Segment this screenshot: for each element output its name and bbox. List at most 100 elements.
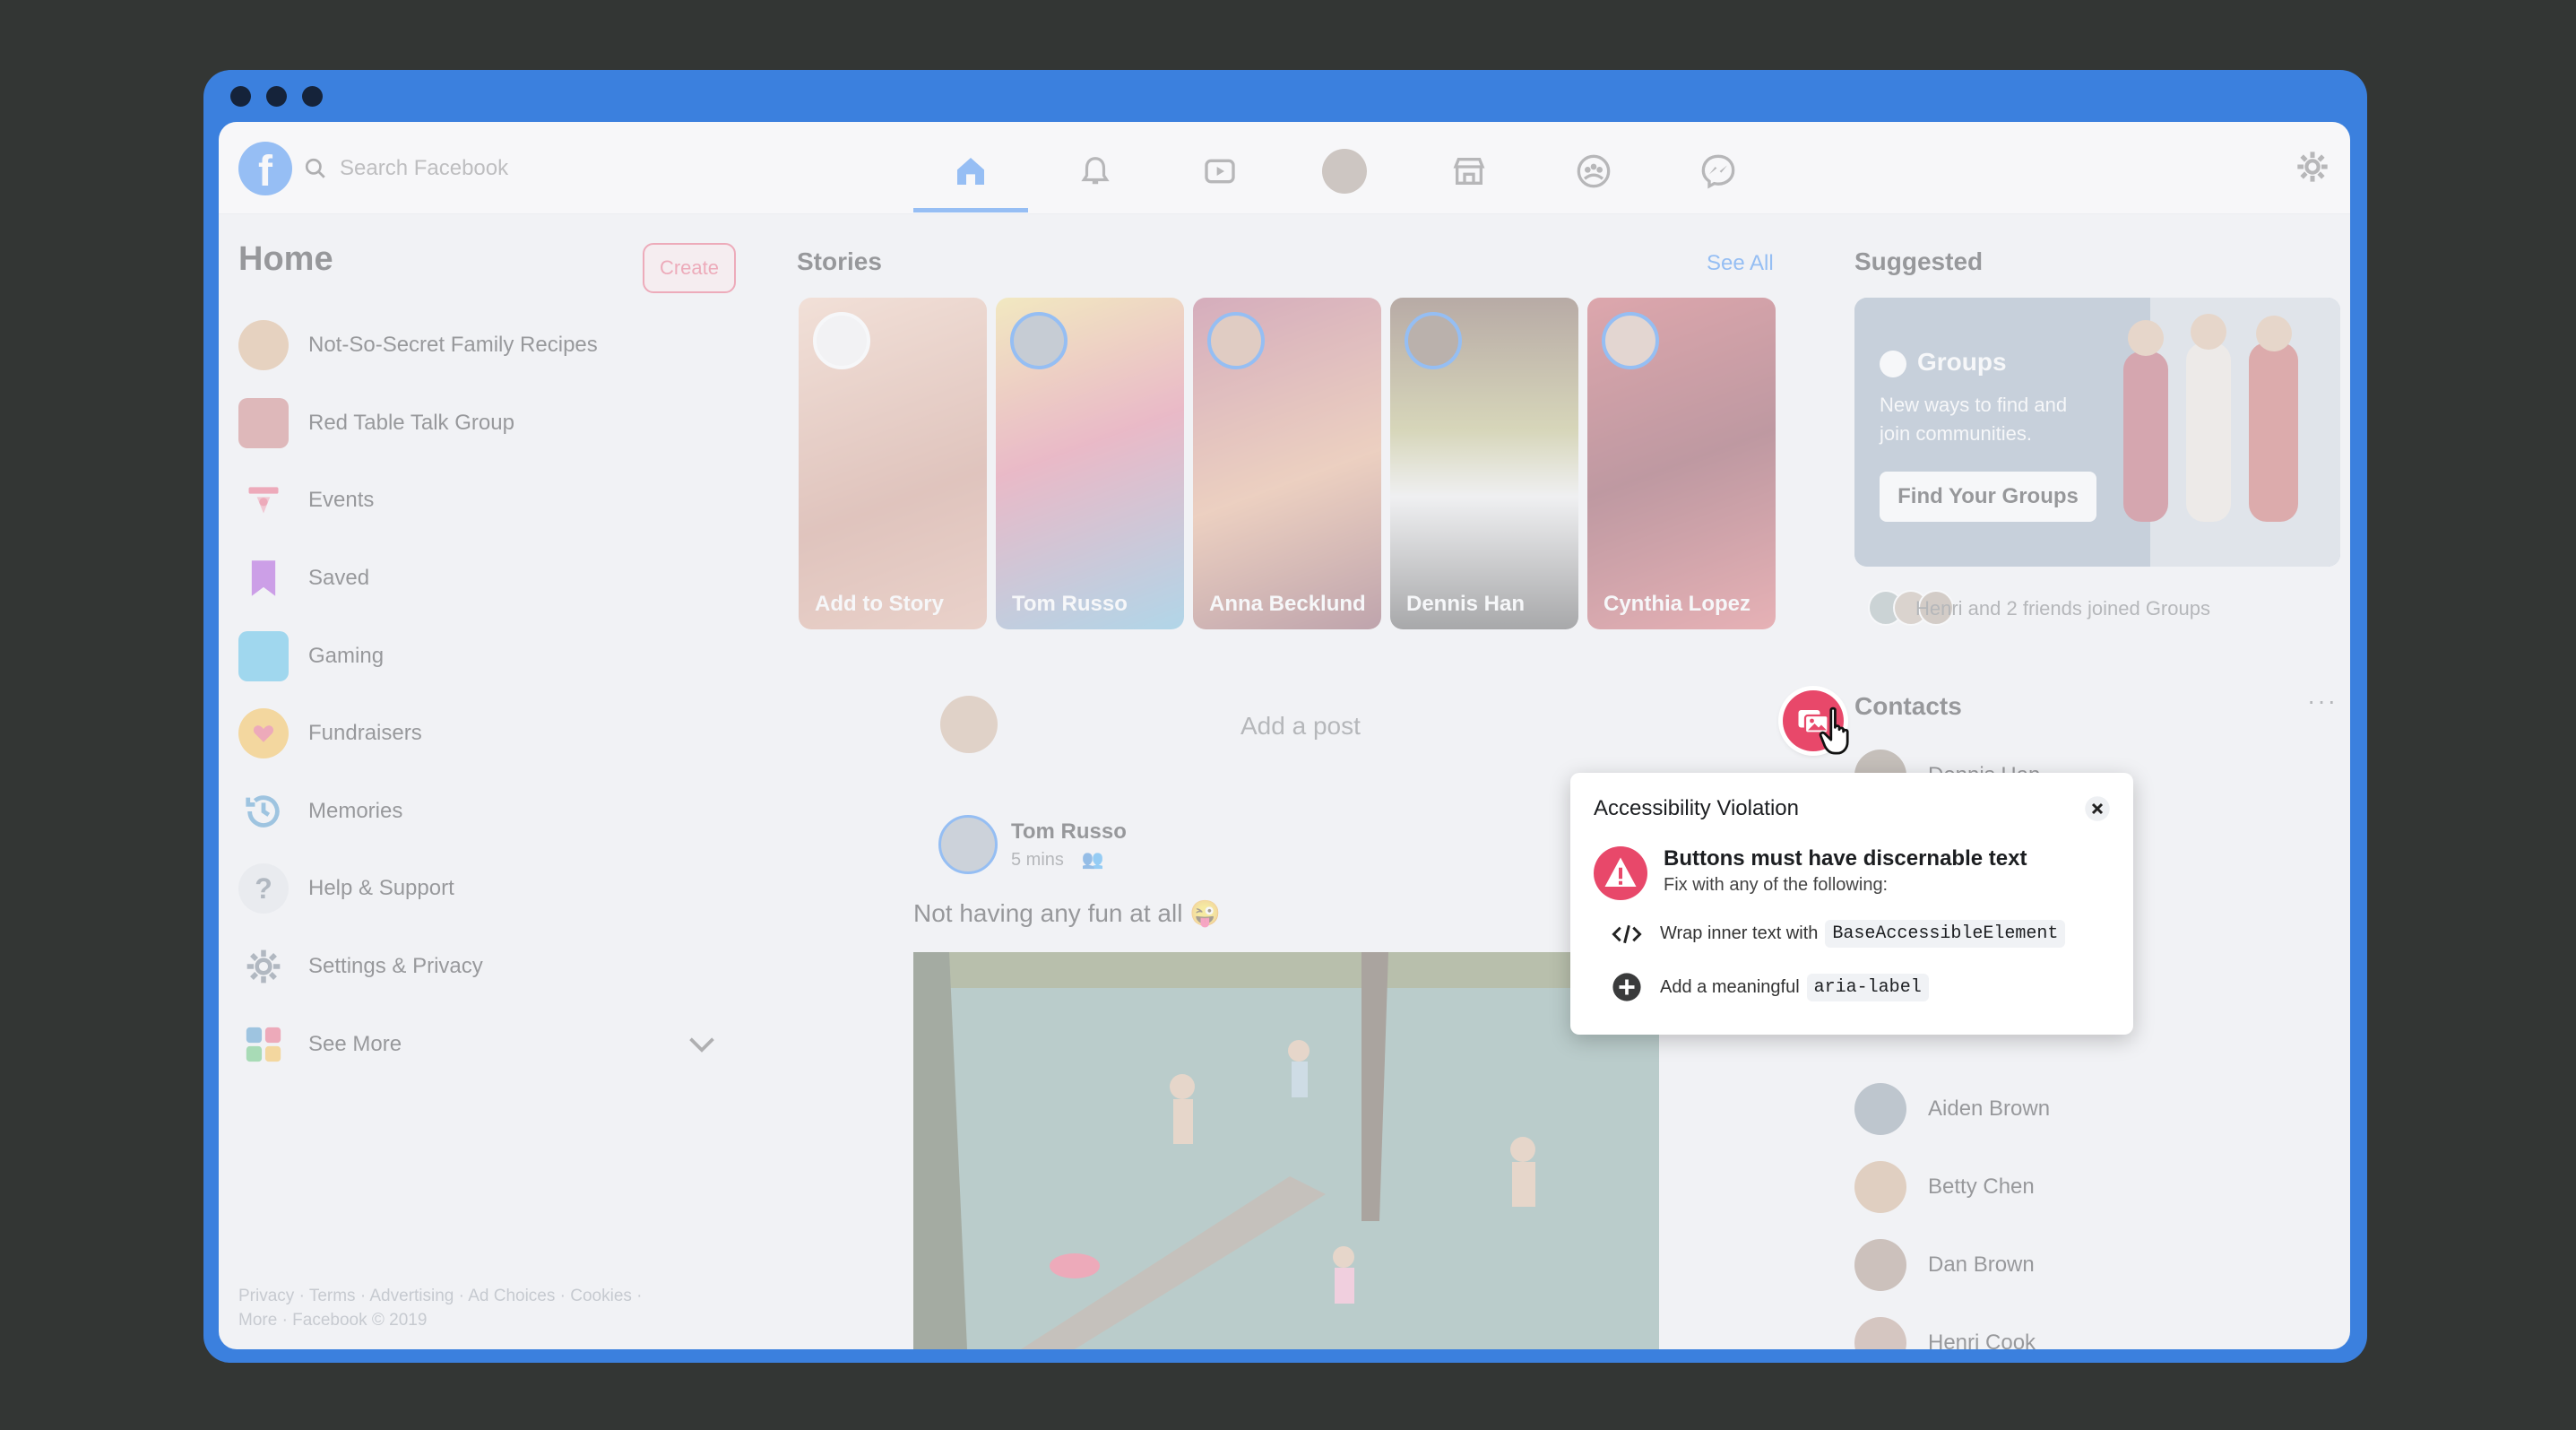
contacts-title: Contacts (1854, 692, 1962, 720)
suggested-title: Suggested (1854, 247, 1984, 275)
sidebar-item-gaming[interactable]: Gaming (238, 617, 740, 695)
gear-icon (238, 941, 289, 992)
chevron-down-icon[interactable] (688, 1036, 715, 1053)
messenger-icon (1701, 154, 1735, 189)
nav-tab-notifications[interactable] (1038, 134, 1153, 208)
nav-tab-home[interactable] (913, 134, 1028, 212)
story-avatar (1602, 312, 1659, 369)
post-author-avatar[interactable] (938, 815, 998, 874)
add-post-input[interactable]: Add a post (1240, 712, 1361, 741)
window-dot-minimize[interactable] (266, 86, 287, 107)
sidebar-footer: Privacy · Terms · Advertising · Ad Choic… (238, 1284, 740, 1332)
story-card[interactable]: Dennis Han (1390, 298, 1578, 629)
gear-icon (2297, 152, 2328, 182)
contact-item[interactable]: Aiden Brown (1854, 1083, 2050, 1135)
sidebar-item-see-more[interactable]: See More (238, 1005, 740, 1083)
sidebar-item-label: Saved (308, 566, 370, 591)
story-card[interactable]: Cynthia Lopez (1587, 298, 1776, 629)
story-label: Cynthia Lopez (1604, 592, 1751, 616)
sidebar-item-events[interactable]: Events (238, 462, 740, 540)
top-navigation: f Search Facebook (219, 122, 2350, 214)
story-card[interactable]: Add to Story (799, 298, 987, 629)
add-circle-icon (1612, 973, 1641, 1001)
sidebar-item-label: Help & Support (308, 876, 454, 901)
fix-option-text: Wrap inner text with (1660, 923, 1819, 943)
story-card[interactable]: Anna Becklund (1193, 298, 1381, 629)
contact-item[interactable]: Betty Chen (1854, 1161, 2035, 1213)
story-avatar (1207, 312, 1265, 369)
nav-tab-watch[interactable] (1163, 134, 1277, 208)
footer-copyright[interactable]: More · Facebook © 2019 (238, 1308, 740, 1332)
contacts-more-icon[interactable]: ··· (2307, 687, 2338, 715)
sidebar-item-settings[interactable]: Settings & Privacy (238, 928, 740, 1006)
groups-joined-text: Henri and 2 friends joined Groups (1915, 597, 2210, 620)
groups-card-title-text: Groups (1917, 348, 2007, 376)
post-author-name[interactable]: Tom Russo (1011, 819, 1127, 845)
bookmark-icon (238, 553, 289, 603)
search-icon (305, 158, 325, 178)
search-field[interactable]: Search Facebook (304, 142, 564, 195)
group-photo-icon (238, 397, 289, 448)
close-icon (2085, 796, 2110, 821)
sidebar-item-memories[interactable]: Memories (238, 773, 740, 851)
create-button[interactable]: Create (643, 243, 736, 293)
contact-item[interactable]: Henri Cook (1854, 1317, 2036, 1349)
story-label: Anna Becklund (1209, 592, 1366, 616)
nav-tab-messenger[interactable] (1661, 134, 1776, 208)
story-label: Tom Russo (1012, 592, 1128, 616)
story-card[interactable]: Tom Russo (996, 298, 1184, 629)
contact-avatar (1854, 1317, 1906, 1349)
popup-title: Accessibility Violation (1594, 796, 1799, 820)
find-your-groups-button[interactable]: Find Your Groups (1880, 472, 2096, 522)
bell-icon (1081, 157, 1110, 185)
contact-name: Aiden Brown (1928, 1096, 2051, 1121)
stories-row: Add to Story Tom Russo Anna Becklund Den… (799, 298, 1776, 629)
post-time-text: 5 mins (1011, 850, 1064, 870)
stories-title: Stories (797, 247, 882, 275)
sidebar-item-help[interactable]: ? Help & Support (238, 850, 740, 928)
sidebar-item-red-table-talk[interactable]: Red Table Talk Group (238, 385, 740, 463)
hand-cursor-icon (1819, 706, 1849, 755)
sidebar-item-label: See More (308, 1031, 402, 1056)
fix-option-code: BaseAccessibleElement (1825, 920, 2066, 948)
sidebar-list: Not-So-Secret Family Recipes Red Table T… (238, 307, 740, 1083)
close-button[interactable] (2081, 793, 2114, 825)
sidebar-item-saved[interactable]: Saved (238, 540, 740, 618)
story-avatar (1405, 312, 1462, 369)
nav-tab-groups[interactable] (1536, 134, 1651, 208)
contact-name: Henri Cook (1928, 1330, 2036, 1349)
app-window: f Search Facebook Home Create Not-So-Sec… (203, 70, 2367, 1363)
sidebar-item-fundraisers[interactable]: Fundraisers (238, 695, 740, 773)
profile-avatar (1322, 149, 1367, 194)
post-timestamp: 5 mins 👥 (1011, 848, 1103, 871)
contact-avatar (1854, 1083, 1906, 1135)
sidebar-item-label: Memories (308, 798, 403, 823)
gaming-icon (238, 630, 289, 681)
groups-icon (1577, 154, 1611, 188)
facebook-logo-icon[interactable]: f (238, 142, 292, 195)
composer-avatar (940, 696, 998, 753)
footer-links[interactable]: Privacy · Terms · Advertising · Ad Choic… (238, 1284, 740, 1308)
see-all-link[interactable]: See All (1707, 251, 1774, 276)
contact-item[interactable]: Dan Brown (1854, 1239, 2035, 1291)
fix-option-aria-label[interactable]: Add a meaningful aria-label (1612, 972, 1929, 1002)
sidebar-item-label: Gaming (308, 643, 385, 668)
search-placeholder[interactable]: Search Facebook (340, 156, 508, 181)
fix-option-code: aria-label (1806, 973, 1929, 1001)
window-controls[interactable] (230, 86, 323, 107)
nav-tab-profile[interactable] (1287, 134, 1402, 208)
groups-card-subtitle: New ways to find and join communities. (1880, 394, 2068, 445)
warning-icon (1594, 846, 1647, 900)
clock-icon (238, 786, 289, 836)
contact-avatar (1854, 1161, 1906, 1213)
fix-option-wrap[interactable]: Wrap inner text with BaseAccessibleEleme… (1612, 920, 2066, 948)
heart-icon (238, 708, 289, 759)
fix-option-text: Add a meaningful (1660, 976, 1800, 997)
settings-button[interactable] (2295, 149, 2330, 189)
post-photo[interactable] (913, 952, 1659, 1349)
home-icon (957, 158, 984, 185)
sidebar-item-family-recipes[interactable]: Not-So-Secret Family Recipes (238, 307, 740, 385)
window-dot-close[interactable] (230, 86, 251, 107)
window-dot-maximize[interactable] (302, 86, 323, 107)
nav-tab-marketplace[interactable] (1412, 134, 1526, 208)
